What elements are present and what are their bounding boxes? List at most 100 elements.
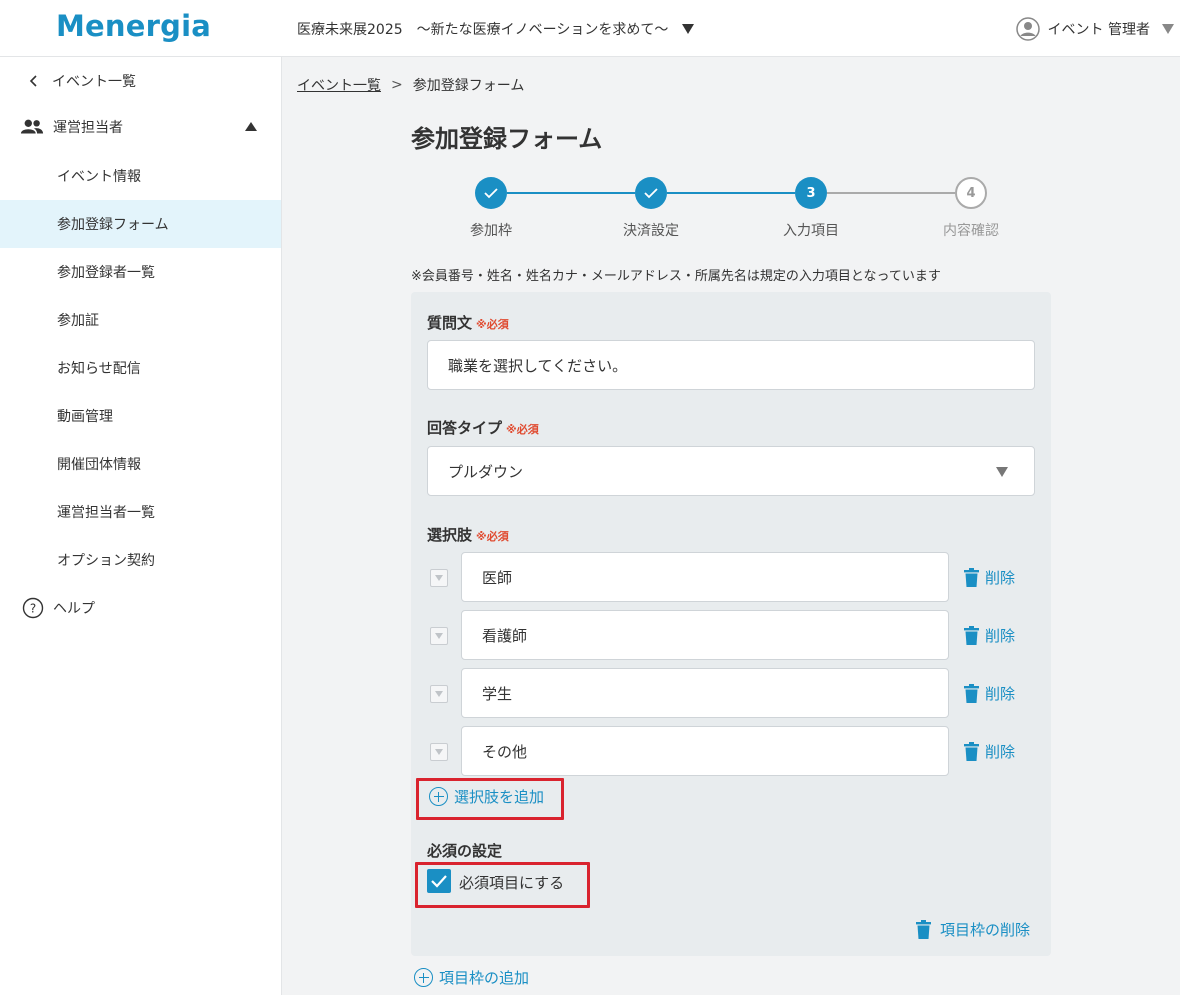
sort-handle-icon[interactable]: [430, 569, 448, 587]
help-circle-icon: ?: [21, 596, 45, 620]
app-logo[interactable]: Menergia: [56, 9, 211, 43]
step-2-check-icon: [635, 177, 667, 209]
sidebar-item-pass[interactable]: 参加証: [0, 296, 281, 344]
option-input[interactable]: 医師: [461, 552, 949, 602]
required-checkbox[interactable]: [427, 869, 451, 893]
page-title: 参加登録フォーム: [411, 125, 603, 153]
delete-option-button[interactable]: 削除: [964, 739, 1015, 763]
add-option-label: 選択肢を追加: [454, 788, 545, 806]
step-2-label: 決済設定: [623, 223, 679, 239]
sidebar-item-organizer-info[interactable]: 開催団体情報: [0, 440, 281, 488]
trash-icon: [916, 919, 931, 939]
sidebar-item-label: イベント情報: [57, 169, 141, 185]
answer-type-value: プルダウン: [448, 462, 524, 481]
step-connector: [507, 192, 635, 194]
mini-caret-icon: [435, 749, 443, 755]
answer-type-select[interactable]: プルダウン: [427, 446, 1035, 496]
user-avatar-icon: [1015, 17, 1040, 41]
question-label-text: 質問文: [427, 314, 473, 332]
sidebar-item-registration-form[interactable]: 参加登録フォーム: [0, 200, 281, 248]
mini-caret-icon: [435, 691, 443, 697]
required-setting-label: 必須の設定: [427, 842, 503, 860]
delete-block-label: 項目枠の削除: [940, 920, 1031, 939]
step-connector: [667, 192, 795, 194]
required-mark: ※必須: [476, 530, 509, 543]
sidebar-item-label: 動画管理: [57, 409, 113, 425]
required-fields-note: ※会員番号・姓名・姓名カナ・メールアドレス・所属先名は規定の入力項目となっていま…: [411, 269, 941, 284]
answer-type-label: 回答タイプ ※必須: [427, 417, 539, 438]
question-input[interactable]: 職業を選択してください。: [427, 340, 1035, 390]
stepper: 3 4 参加枠 決済設定 入力項目 内容確認: [282, 175, 1180, 245]
option-input[interactable]: 学生: [461, 668, 949, 718]
sidebar-item-label: 参加登録者一覧: [57, 265, 155, 281]
sidebar-back-link[interactable]: イベント一覧: [0, 57, 281, 105]
add-block-button[interactable]: 項目枠の追加: [414, 967, 529, 988]
step-4-label: 内容確認: [943, 223, 999, 239]
sidebar-item-staff-list[interactable]: 運営担当者一覧: [0, 488, 281, 536]
caret-up-icon: [245, 122, 257, 131]
sidebar-item-label: 参加登録フォーム: [57, 217, 169, 233]
required-checkbox-label[interactable]: 必須項目にする: [459, 872, 564, 893]
question-block: 質問文 ※必須 職業を選択してください。 回答タイプ ※必須 プルダウン 選択肢…: [411, 292, 1051, 956]
options-label: 選択肢 ※必須: [427, 524, 509, 545]
step-4-circle: 4: [955, 177, 987, 209]
main-content: イベント一覧 > 参加登録フォーム 参加登録フォーム 3 4 参加枠 決済設定 …: [282, 57, 1180, 995]
delete-option-label: 削除: [985, 568, 1016, 587]
trash-icon: [964, 567, 979, 587]
breadcrumb-current: 参加登録フォーム: [412, 78, 525, 94]
caret-down-icon: [996, 467, 1008, 477]
sidebar-item-registrant-list[interactable]: 参加登録者一覧: [0, 248, 281, 296]
step-connector: [827, 192, 955, 194]
option-input[interactable]: 看護師: [461, 610, 949, 660]
options-label-text: 選択肢: [427, 526, 473, 544]
user-menu[interactable]: イベント 管理者: [1015, 16, 1174, 42]
delete-option-button[interactable]: 削除: [964, 623, 1015, 647]
delete-option-button[interactable]: 削除: [964, 565, 1015, 589]
trash-icon: [964, 625, 979, 645]
sidebar-section-label: 運営担当者: [53, 120, 123, 136]
sort-handle-icon[interactable]: [430, 685, 448, 703]
plus-circle-icon: [429, 787, 448, 806]
breadcrumb: イベント一覧 > 参加登録フォーム: [297, 75, 524, 95]
answer-type-label-text: 回答タイプ: [427, 419, 503, 437]
sidebar-item-notifications[interactable]: お知らせ配信: [0, 344, 281, 392]
people-icon: [20, 115, 44, 139]
chevron-left-icon: [22, 69, 46, 93]
mini-caret-icon: [435, 633, 443, 639]
sidebar-help-link[interactable]: ? ヘルプ: [0, 584, 281, 632]
sidebar-item-label: オプション契約: [57, 553, 155, 569]
step-1-check-icon: [475, 177, 507, 209]
caret-down-icon: [682, 24, 695, 34]
step-3-label: 入力項目: [783, 223, 839, 239]
add-block-label: 項目枠の追加: [439, 969, 530, 987]
add-option-button[interactable]: 選択肢を追加: [429, 786, 544, 807]
step-1-label: 参加枠: [470, 223, 512, 239]
delete-option-label: 削除: [985, 742, 1016, 761]
sidebar-item-videos[interactable]: 動画管理: [0, 392, 281, 440]
trash-icon: [964, 683, 979, 703]
sidebar-section-toggle[interactable]: 運営担当者: [0, 103, 281, 151]
trash-icon: [964, 741, 979, 761]
sidebar-back-label: イベント一覧: [52, 74, 136, 90]
caret-down-icon: [1162, 24, 1174, 34]
required-mark: ※必須: [506, 423, 539, 436]
delete-option-button[interactable]: 削除: [964, 681, 1015, 705]
sidebar-item-label: お知らせ配信: [57, 361, 141, 377]
delete-block-button[interactable]: 項目枠の削除: [916, 917, 1030, 941]
option-input[interactable]: その他: [461, 726, 949, 776]
sort-handle-icon[interactable]: [430, 743, 448, 761]
delete-option-label: 削除: [985, 684, 1016, 703]
sidebar-item-label: 開催団体情報: [57, 457, 141, 473]
check-icon: [431, 875, 447, 888]
event-selector[interactable]: 医療未来展2025 〜新たな医療イノベーションを求めて〜: [297, 18, 695, 40]
sidebar-item-label: 運営担当者一覧: [57, 505, 155, 521]
delete-option-label: 削除: [985, 626, 1016, 645]
sort-handle-icon[interactable]: [430, 627, 448, 645]
breadcrumb-parent-link[interactable]: イベント一覧: [297, 75, 381, 95]
sidebar-item-option-contract[interactable]: オプション契約: [0, 536, 281, 584]
sidebar: イベント一覧 運営担当者 イベント情報 参加登録フォーム 参加登録者一覧 参加証…: [0, 57, 282, 995]
sidebar-item-label: 参加証: [57, 313, 99, 329]
app-header: Menergia 医療未来展2025 〜新たな医療イノベーションを求めて〜 イベ…: [0, 0, 1180, 57]
svg-text:?: ?: [30, 602, 36, 616]
sidebar-item-event-info[interactable]: イベント情報: [0, 152, 281, 200]
